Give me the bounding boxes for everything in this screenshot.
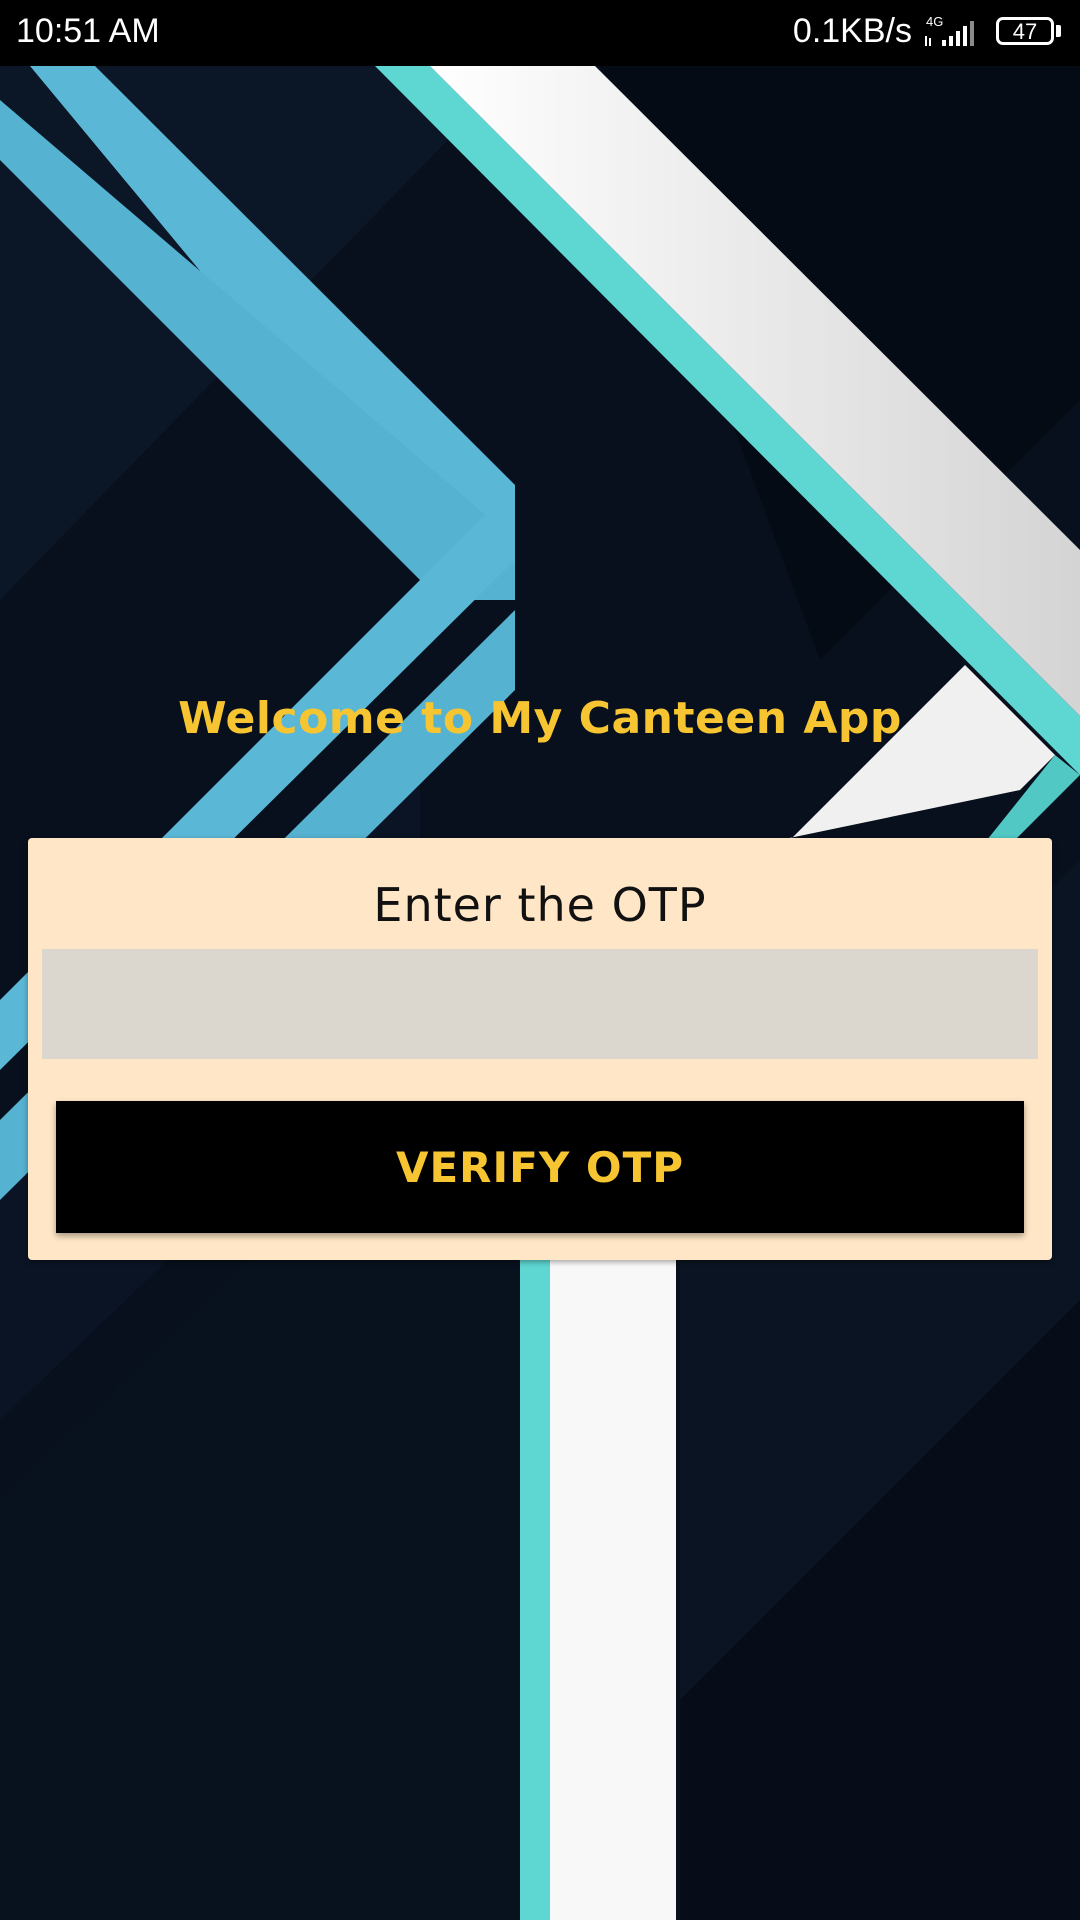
battery-tip [1056, 25, 1061, 37]
battery-level: 47 [996, 17, 1054, 45]
otp-heading: Enter the OTP [373, 878, 707, 932]
bg-stripe-teal [520, 1255, 550, 1920]
status-time: 10:51 AM [16, 12, 160, 50]
status-bar: 10:51 AM 0.1KB/s 4G 47 [0, 0, 1080, 66]
network-type-label: 4G [926, 14, 943, 29]
verify-otp-button[interactable]: VERIFY OTP [56, 1101, 1024, 1233]
welcome-title: Welcome to My Canteen App [178, 693, 902, 744]
signal-icon: 4G [925, 14, 974, 46]
otp-input[interactable] [42, 949, 1038, 1059]
battery-icon: 47 [996, 17, 1062, 49]
otp-screen: 10:51 AM 0.1KB/s 4G 47 Welcome to My Can… [0, 0, 1080, 1920]
otp-card: Enter the OTP VERIFY OTP [28, 838, 1052, 1260]
bg-stripe-white [550, 1255, 676, 1920]
network-speed: 0.1KB/s [792, 12, 912, 50]
